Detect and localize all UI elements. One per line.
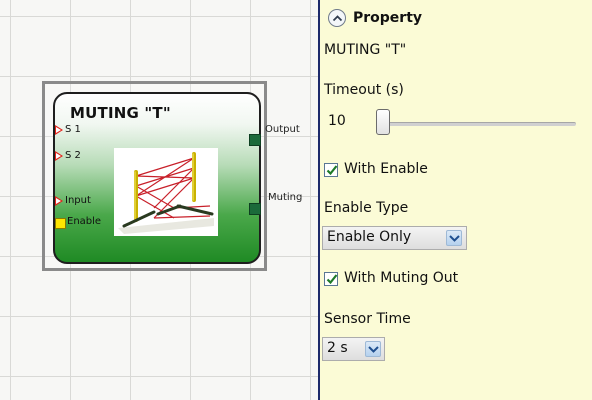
- input-port-input-icon[interactable]: [55, 196, 63, 206]
- panel-title: Property: [353, 10, 423, 26]
- with-muting-out-checkbox[interactable]: [324, 272, 338, 286]
- output-label-muting: Muting: [268, 192, 303, 203]
- sensor-time-dropdown[interactable]: 2 s: [322, 337, 385, 361]
- chevron-up-icon: [332, 15, 343, 22]
- output-port-output-icon[interactable]: [249, 134, 261, 146]
- with-enable-checkbox[interactable]: [324, 163, 338, 177]
- input-label-enable: Enable: [67, 216, 102, 227]
- with-muting-out-label[interactable]: With Muting Out: [344, 270, 458, 286]
- timeout-label: Timeout (s): [324, 82, 404, 98]
- chevron-down-icon[interactable]: [446, 230, 462, 246]
- input-port-enable-icon[interactable]: [55, 218, 66, 229]
- checkmark-icon: [326, 165, 338, 176]
- output-port-muting-icon[interactable]: [249, 203, 261, 215]
- timeout-slider-track[interactable]: [378, 122, 576, 126]
- enable-type-selected: Enable Only: [327, 229, 412, 245]
- checkmark-icon: [326, 274, 338, 285]
- output-label-output: Output: [265, 124, 300, 135]
- muting-sensor-illustration-icon: [114, 148, 218, 236]
- sensor-time-selected: 2 s: [327, 340, 348, 356]
- collapse-button[interactable]: [328, 9, 346, 27]
- timeout-slider-thumb[interactable]: [376, 109, 390, 135]
- with-enable-label[interactable]: With Enable: [344, 161, 428, 177]
- enable-type-label: Enable Type: [324, 200, 409, 216]
- block-name: MUTING "T": [324, 42, 407, 58]
- timeout-value: 10: [328, 113, 346, 129]
- input-port-s2-icon[interactable]: [55, 151, 63, 161]
- input-label-input: Input: [65, 195, 91, 206]
- sensor-time-label: Sensor Time: [324, 311, 411, 327]
- block-title: MUTING "T": [70, 104, 171, 122]
- input-label-s2: S 2: [65, 150, 81, 161]
- input-port-s1-icon[interactable]: [55, 125, 63, 135]
- chevron-down-icon[interactable]: [365, 341, 381, 357]
- input-label-s1: S 1: [65, 124, 81, 135]
- enable-type-dropdown[interactable]: Enable Only: [322, 226, 467, 250]
